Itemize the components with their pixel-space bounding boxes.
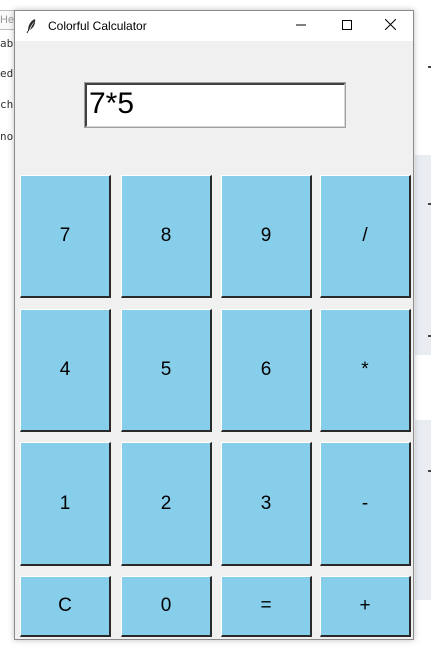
close-button[interactable] [367,11,413,41]
key-6-button[interactable]: 6 [221,309,312,432]
close-icon [384,17,396,35]
key-add-button[interactable]: + [320,576,411,637]
key-5-button[interactable]: 5 [121,309,212,432]
expression-display[interactable]: 7*5 [84,82,346,128]
key-subtract-button[interactable]: - [320,442,411,566]
key-1-button[interactable]: 1 [20,442,111,566]
calculator-window: Colorful Calculator 7*5 7 8 9 / 4 5 6 * [14,10,414,640]
key-equals-button[interactable]: = [221,576,312,637]
key-divide-button[interactable]: / [320,175,411,298]
key-7-button[interactable]: 7 [20,175,111,298]
minimize-button[interactable] [278,11,324,41]
key-clear-button[interactable]: C [20,576,111,637]
key-8-button[interactable]: 8 [121,175,212,298]
key-0-button[interactable]: 0 [121,576,212,637]
maximize-button[interactable] [324,11,370,41]
background-panel [415,155,431,355]
key-9-button[interactable]: 9 [221,175,312,298]
title-bar[interactable]: Colorful Calculator [15,11,413,41]
feather-icon [24,18,40,34]
minimize-icon [296,17,306,35]
maximize-icon [342,17,352,35]
background-panel [415,420,431,600]
key-multiply-button[interactable]: * [320,309,411,432]
key-2-button[interactable]: 2 [121,442,212,566]
key-4-button[interactable]: 4 [20,309,111,432]
window-title: Colorful Calculator [48,19,147,33]
key-3-button[interactable]: 3 [221,442,312,566]
